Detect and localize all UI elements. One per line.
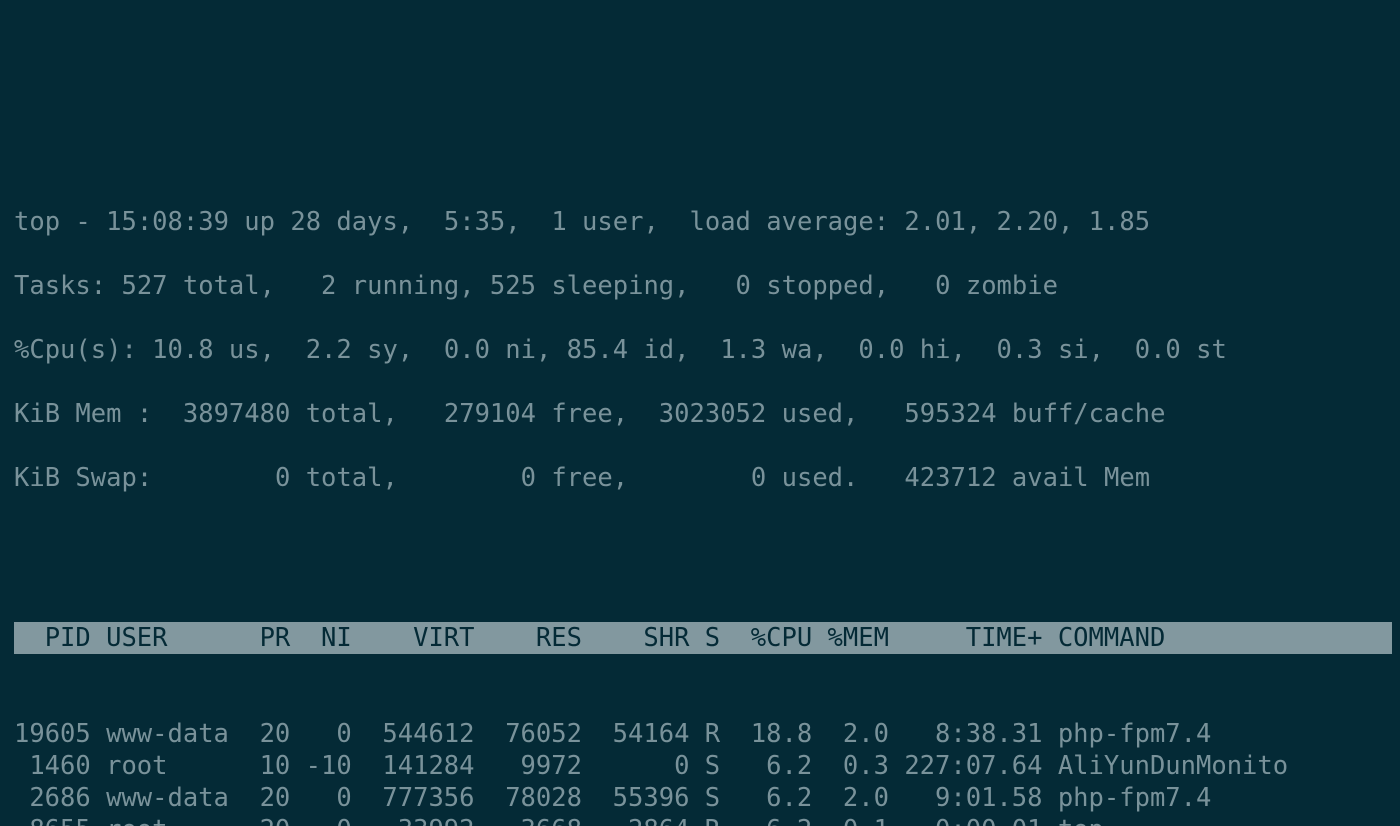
- summary-line-2: Tasks: 527 total, 2 running, 525 sleepin…: [14, 270, 1400, 302]
- cell-user: www-data: [106, 782, 244, 814]
- process-table-header: PID USERPRNIVIRTRESSHR S%CPU%MEMTIME+ COMMA…: [0, 622, 1400, 654]
- col-time: TIME+: [889, 622, 1043, 654]
- cell-shr: 2864: [582, 814, 689, 826]
- cell-ni: 0: [290, 782, 351, 814]
- col-ni: NI: [290, 622, 351, 654]
- table-row[interactable]: 8655 root2003399236682864 R6.20.10:00.01 to…: [14, 814, 1400, 826]
- cell-mem: 0.1: [812, 814, 889, 826]
- cell-cpu: 6.2: [735, 750, 812, 782]
- cell-shr: 54164: [582, 718, 689, 750]
- cell-s: S: [705, 750, 736, 782]
- cell-cmd: php-fpm7.4: [1058, 782, 1212, 814]
- cell-shr: 0: [582, 750, 689, 782]
- summary-line-1: top - 15:08:39 up 28 days, 5:35, 1 user,…: [14, 206, 1400, 238]
- cell-cmd: top: [1058, 814, 1104, 826]
- process-table-body: 19605www-data2005446127605254164R18.82.0…: [0, 718, 1400, 826]
- cell-pid: 2686: [14, 782, 91, 814]
- cell-pr: 20: [244, 718, 290, 750]
- col-user: USER: [106, 622, 244, 654]
- cell-time: 0:00.01: [889, 814, 1043, 826]
- col-pid: PID: [14, 622, 91, 654]
- cell-virt: 33992: [352, 814, 475, 826]
- cell-time: 9:01.58: [889, 782, 1043, 814]
- cell-s: S: [705, 782, 736, 814]
- terminal-top-output[interactable]: { "summary": { "line1": "top - 15:08:39 …: [0, 0, 1400, 826]
- cell-pid: 19605: [14, 718, 91, 750]
- cell-shr: 55396: [582, 782, 689, 814]
- cell-user: root: [106, 814, 244, 826]
- cell-mem: 0.3: [812, 750, 889, 782]
- cell-mem: 2.0: [812, 782, 889, 814]
- cell-res: 76052: [475, 718, 582, 750]
- cell-pr: 20: [244, 814, 290, 826]
- cell-cpu: 18.8: [735, 718, 812, 750]
- cell-virt: 777356: [352, 782, 475, 814]
- cell-pid: 1460: [14, 750, 91, 782]
- col-s: S: [705, 622, 736, 654]
- cell-s: R: [705, 718, 736, 750]
- col-virt: VIRT: [352, 622, 475, 654]
- cell-ni: -10: [290, 750, 351, 782]
- cell-ni: 0: [290, 718, 351, 750]
- cell-time: 227:07.64: [889, 750, 1043, 782]
- col-res: RES: [475, 622, 582, 654]
- cell-virt: 141284: [352, 750, 475, 782]
- cell-user: www-data: [106, 718, 244, 750]
- cell-virt: 544612: [352, 718, 475, 750]
- cell-pid: 8655: [14, 814, 91, 826]
- col-cpu: %CPU: [735, 622, 812, 654]
- cell-cmd: php-fpm7.4: [1058, 718, 1212, 750]
- cell-user: root: [106, 750, 244, 782]
- cell-cpu: 6.2: [735, 782, 812, 814]
- summary-block: top - 15:08:39 up 28 days, 5:35, 1 user,…: [0, 128, 1400, 526]
- cell-cmd: AliYunDunMonito: [1058, 750, 1288, 782]
- cell-res: 3668: [475, 814, 582, 826]
- summary-line-5: KiB Swap: 0 total, 0 free, 0 used. 42371…: [14, 462, 1400, 494]
- cell-res: 78028: [475, 782, 582, 814]
- summary-line-4: KiB Mem : 3897480 total, 279104 free, 30…: [14, 398, 1400, 430]
- cell-pr: 20: [244, 782, 290, 814]
- table-row[interactable]: 2686 www-data2007773567802855396 S6.22.09:…: [14, 782, 1400, 814]
- table-row[interactable]: 1460 root10-1014128499720S6.20.3227:07.64…: [14, 750, 1400, 782]
- col-pr: PR: [244, 622, 290, 654]
- table-row[interactable]: 19605 www-data2005446127605254164 R18.82.0…: [14, 718, 1400, 750]
- cell-pr: 10: [244, 750, 290, 782]
- cell-cpu: 6.2: [735, 814, 812, 826]
- cell-res: 9972: [475, 750, 582, 782]
- col-mem: %MEM: [812, 622, 889, 654]
- col-shr: SHR: [582, 622, 689, 654]
- cell-mem: 2.0: [812, 718, 889, 750]
- cell-ni: 0: [290, 814, 351, 826]
- cell-time: 8:38.31: [889, 718, 1043, 750]
- cell-s: R: [705, 814, 736, 826]
- summary-line-3: %Cpu(s): 10.8 us, 2.2 sy, 0.0 ni, 85.4 i…: [14, 334, 1400, 366]
- col-cmd: COMMAND: [1058, 622, 1165, 654]
